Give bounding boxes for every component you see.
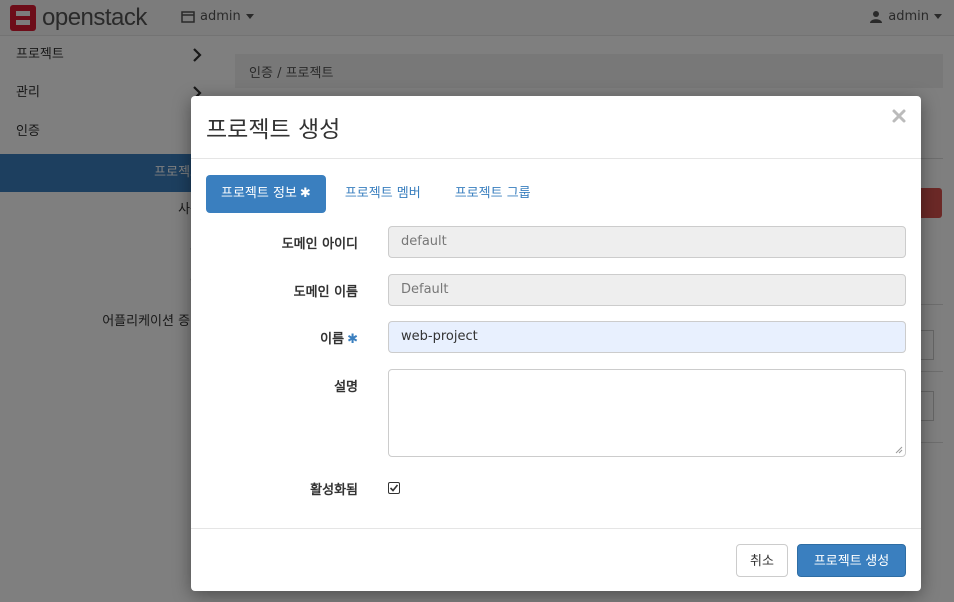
enabled-label-text: 활성화됨 (310, 483, 358, 498)
tab-project-info[interactable]: 프로젝트 정보 ✱ (206, 175, 326, 213)
enabled-label: 활성화됨 (198, 479, 358, 498)
close-icon[interactable] (891, 108, 907, 124)
modal-header: 프로젝트 생성 (191, 96, 921, 159)
enabled-checkbox[interactable] (388, 482, 400, 494)
modal-footer: 취소 프로젝트 생성 (191, 528, 921, 591)
tab-project-groups[interactable]: 프로젝트 그룹 (440, 175, 546, 213)
required-asterisk-icon: ✱ (347, 332, 358, 347)
name-label: 이름 ✱ (198, 328, 358, 347)
tab-label: 프로젝트 그룹 (454, 186, 531, 201)
domain-name-field: Default (388, 274, 906, 306)
project-name-input[interactable]: web-project (388, 321, 906, 353)
tab-project-members[interactable]: 프로젝트 멤버 (330, 175, 436, 213)
description-label-text: 설명 (334, 380, 358, 395)
description-textarea[interactable] (388, 369, 906, 457)
create-project-modal: 프로젝트 생성 프로젝트 정보 ✱ 프로젝트 멤버 프로젝트 그룹 도메인 아이디… (191, 96, 921, 591)
workflow-tabs: 프로젝트 정보 ✱ 프로젝트 멤버 프로젝트 그룹 (206, 175, 550, 213)
resize-grip-icon[interactable] (895, 446, 903, 454)
create-project-button[interactable]: 프로젝트 생성 (797, 544, 906, 577)
tab-label: 프로젝트 정보 (221, 186, 297, 201)
domain-id-field: default (388, 226, 906, 258)
name-label-text: 이름 (320, 332, 345, 347)
domain-name-label: 도메인 이름 (198, 281, 358, 300)
tab-label: 프로젝트 멤버 (344, 186, 421, 201)
description-label: 설명 (198, 376, 358, 395)
modal-title: 프로젝트 생성 (206, 117, 341, 143)
cancel-button[interactable]: 취소 (736, 544, 788, 577)
domain-id-label-text: 도메인 아이디 (281, 237, 358, 252)
domain-id-label: 도메인 아이디 (198, 233, 358, 252)
domain-name-label-text: 도메인 이름 (293, 285, 358, 300)
required-asterisk-icon: ✱ (299, 186, 311, 201)
